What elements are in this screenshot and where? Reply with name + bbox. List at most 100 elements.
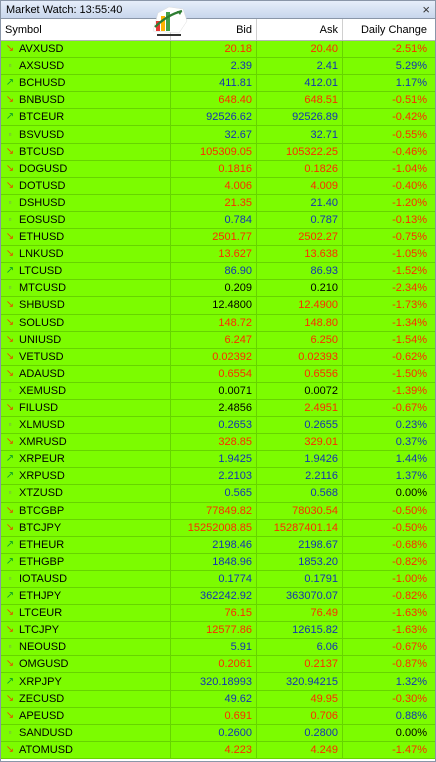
symbol-cell[interactable]: ↘ BTCJPY [1,519,171,536]
table-row[interactable]: ↘ ETHUSD 2501.77 2502.27 -0.75% [1,229,435,247]
table-row[interactable]: ↗ ETHGBP 1848.96 1853.20 -0.82% [1,553,435,571]
symbol-cell[interactable]: ↘ ADAUSD [1,365,171,382]
table-row[interactable]: ▫ NEOUSD 5.91 6.06 -0.67% [1,639,435,657]
table-row[interactable]: ▫ MTCUSD 0.209 0.210 -2.34% [1,280,435,298]
table-row[interactable]: ↗ XRPEUR 1.9425 1.9426 1.44% [1,451,435,469]
table-row[interactable]: ↘ XMRUSD 328.85 329.01 0.37% [1,434,435,452]
arrow-up-icon: ↗ [5,453,15,465]
table-row[interactable]: ↗ BTCEUR 92526.62 92526.89 -0.42% [1,109,435,127]
table-row[interactable]: ↗ XRPUSD 2.2103 2.2116 1.37% [1,468,435,486]
symbol-cell[interactable]: ↘ AVXUSD [1,41,171,58]
column-header-symbol[interactable]: Symbol [1,19,171,40]
symbol-cell[interactable]: ↘ UNIUSD [1,331,171,348]
symbol-cell[interactable]: ↘ ETHUSD [1,229,171,246]
symbol-cell[interactable]: ↗ XRPUSD [1,468,171,485]
close-icon[interactable]: × [422,2,430,17]
symbol-cell[interactable]: ▫ AXSUSD [1,58,171,75]
column-header-daily-change[interactable]: Daily Change [343,19,431,40]
table-row[interactable]: ↘ DOTUSD 4.006 4.009 -0.40% [1,177,435,195]
table-row[interactable]: ↘ BNBUSD 648.40 648.51 -0.51% [1,92,435,110]
table-row[interactable]: ↘ LTCJPY 12577.86 12615.82 -1.63% [1,622,435,640]
square-icon: ▫ [8,727,12,737]
symbol-cell[interactable]: ↗ LTCUSD [1,263,171,280]
table-row[interactable]: ▫ EOSUSD 0.784 0.787 -0.13% [1,211,435,230]
table-row[interactable]: ↘ LTCEUR 76.15 76.49 -1.63% [1,605,435,623]
table-row[interactable]: ↘ DOGUSD 0.1816 0.1826 -1.04% [1,160,435,178]
table-row[interactable]: ↘ LNKUSD 13.627 13.638 -1.05% [1,246,435,264]
daily-change-cell: -0.87% [392,658,427,671]
symbol-cell[interactable]: ↘ ATOMUSD [1,741,171,758]
table-row[interactable]: ↘ OMGUSD 0.2061 0.2137 -0.87% [1,656,435,674]
table-row[interactable]: ▫ AXSUSD 2.39 2.41 5.29% [1,58,435,76]
symbol-cell[interactable]: ▫ IOTAUSD [1,570,171,587]
table-row[interactable]: ↘ SOLUSD 148.72 148.80 -1.34% [1,314,435,332]
symbol-cell[interactable]: ↘ BNBUSD [1,92,171,109]
table-row[interactable]: ↘ ATOMUSD 4.223 4.249 -1.47% [1,741,435,759]
table-row[interactable]: ↗ ETHJPY 362242.92 363070.07 -0.82% [1,588,435,606]
symbol-cell[interactable]: ↘ LTCEUR [1,605,171,622]
symbol-cell[interactable]: ↘ DOTUSD [1,177,171,194]
symbol-cell[interactable]: ↘ SOLUSD [1,314,171,331]
symbol-cell[interactable]: ▫ DSHUSD [1,194,171,211]
symbol-cell[interactable]: ↗ XRPJPY [1,673,171,690]
table-row[interactable]: ↘ VETUSD 0.02392 0.02393 -0.62% [1,348,435,366]
symbol-cell[interactable]: ↗ ETHGBP [1,553,171,570]
symbol-cell[interactable]: ↘ DOGUSD [1,160,171,177]
symbol-label: LTCJPY [19,624,60,637]
table-row[interactable]: ↘ UNIUSD 6.247 6.250 -1.54% [1,331,435,349]
symbol-cell[interactable]: ▫ EOSUSD [1,211,171,229]
symbol-cell[interactable]: ↗ ETHJPY [1,588,171,605]
symbol-cell[interactable]: ↘ BTCGBP [1,502,171,519]
symbol-cell[interactable]: ▫ BSVUSD [1,126,171,143]
daily-change-cell: -0.42% [392,111,427,124]
table-row[interactable]: ▫ XLMUSD 0.2653 0.2655 0.23% [1,417,435,435]
table-row[interactable]: ↘ ADAUSD 0.6554 0.6556 -1.50% [1,365,435,383]
table-row[interactable]: ↘ AVXUSD 20.18 20.40 -2.51% [1,41,435,59]
symbol-cell[interactable]: ↗ XRPEUR [1,451,171,468]
symbol-cell[interactable]: ▫ XEMUSD [1,382,171,399]
table-row[interactable]: ▫ XTZUSD 0.565 0.568 0.00% [1,485,435,503]
table-row[interactable]: ▫ BSVUSD 32.67 32.71 -0.55% [1,126,435,144]
table-row[interactable]: ▫ SANDUSD 0.2600 0.2800 0.00% [1,724,435,742]
table-row[interactable]: ↗ ETHEUR 2198.46 2198.67 -0.68% [1,536,435,554]
symbol-label: VETUSD [19,350,64,363]
symbol-cell[interactable]: ↘ VETUSD [1,348,171,365]
bid-cell: 92526.62 [171,109,257,126]
column-header-ask[interactable]: Ask [257,19,343,40]
symbol-cell[interactable]: ↗ BCHUSD [1,75,171,92]
table-row[interactable]: ▫ DSHUSD 21.35 21.40 -1.20% [1,194,435,212]
symbol-cell[interactable]: ↘ APEUSD [1,707,171,724]
table-row[interactable]: ▫ IOTAUSD 0.1774 0.1791 -1.00% [1,570,435,588]
symbol-cell[interactable]: ↘ ZECUSD [1,690,171,707]
symbol-cell[interactable]: ↘ OMGUSD [1,656,171,673]
table-row[interactable]: ↘ BTCJPY 15252008.85 15287401.14 -0.50% [1,519,435,537]
symbol-cell[interactable]: ▫ MTCUSD [1,280,171,297]
table-row[interactable]: ↗ LTCUSD 86.90 86.93 -1.52% [1,263,435,281]
symbol-cell[interactable]: ↘ BTCUSD [1,143,171,160]
symbol-cell[interactable]: ↘ LTCJPY [1,622,171,639]
symbol-cell[interactable]: ↘ LNKUSD [1,246,171,263]
table-row[interactable]: ↘ APEUSD 0.691 0.706 0.88% [1,707,435,725]
symbol-cell[interactable]: ▫ NEOUSD [1,639,171,656]
table-row[interactable]: ↘ FILUSD 2.4856 2.4951 -0.67% [1,399,435,418]
symbol-cell[interactable]: ▫ XTZUSD [1,485,171,502]
table-row[interactable]: ↘ BTCUSD 105309.05 105322.25 -0.46% [1,143,435,161]
table-row[interactable]: ↗ XRPJPY 320.18993 320.94215 1.32% [1,673,435,691]
symbol-cell[interactable]: ↘ SHBUSD [1,297,171,314]
bid-cell: 77849.82 [171,502,257,519]
table-row[interactable]: ↘ SHBUSD 12.4800 12.4900 -1.73% [1,297,435,315]
symbol-cell[interactable]: ▫ XLMUSD [1,417,171,434]
ask-cell: 2.2116 [257,468,343,485]
symbol-cell[interactable]: ↘ FILUSD [1,399,171,417]
square-icon: ▫ [8,642,12,652]
title-bar[interactable]: Market Watch: 13:55:40 × [1,1,435,19]
table-row[interactable]: ↗ BCHUSD 411.81 412.01 1.17% [1,75,435,93]
symbol-cell[interactable]: ↗ BTCEUR [1,109,171,126]
table-row[interactable]: ↘ BTCGBP 77849.82 78030.54 -0.50% [1,502,435,520]
symbol-cell[interactable]: ↗ ETHEUR [1,536,171,553]
table-row[interactable]: ↘ ZECUSD 49.62 49.95 -0.30% [1,690,435,708]
symbol-cell[interactable]: ↘ XMRUSD [1,434,171,451]
symbol-cell[interactable]: ▫ SANDUSD [1,724,171,741]
table-row[interactable]: ▫ XEMUSD 0.0071 0.0072 -1.39% [1,382,435,400]
bid-cell: 49.62 [171,690,257,707]
